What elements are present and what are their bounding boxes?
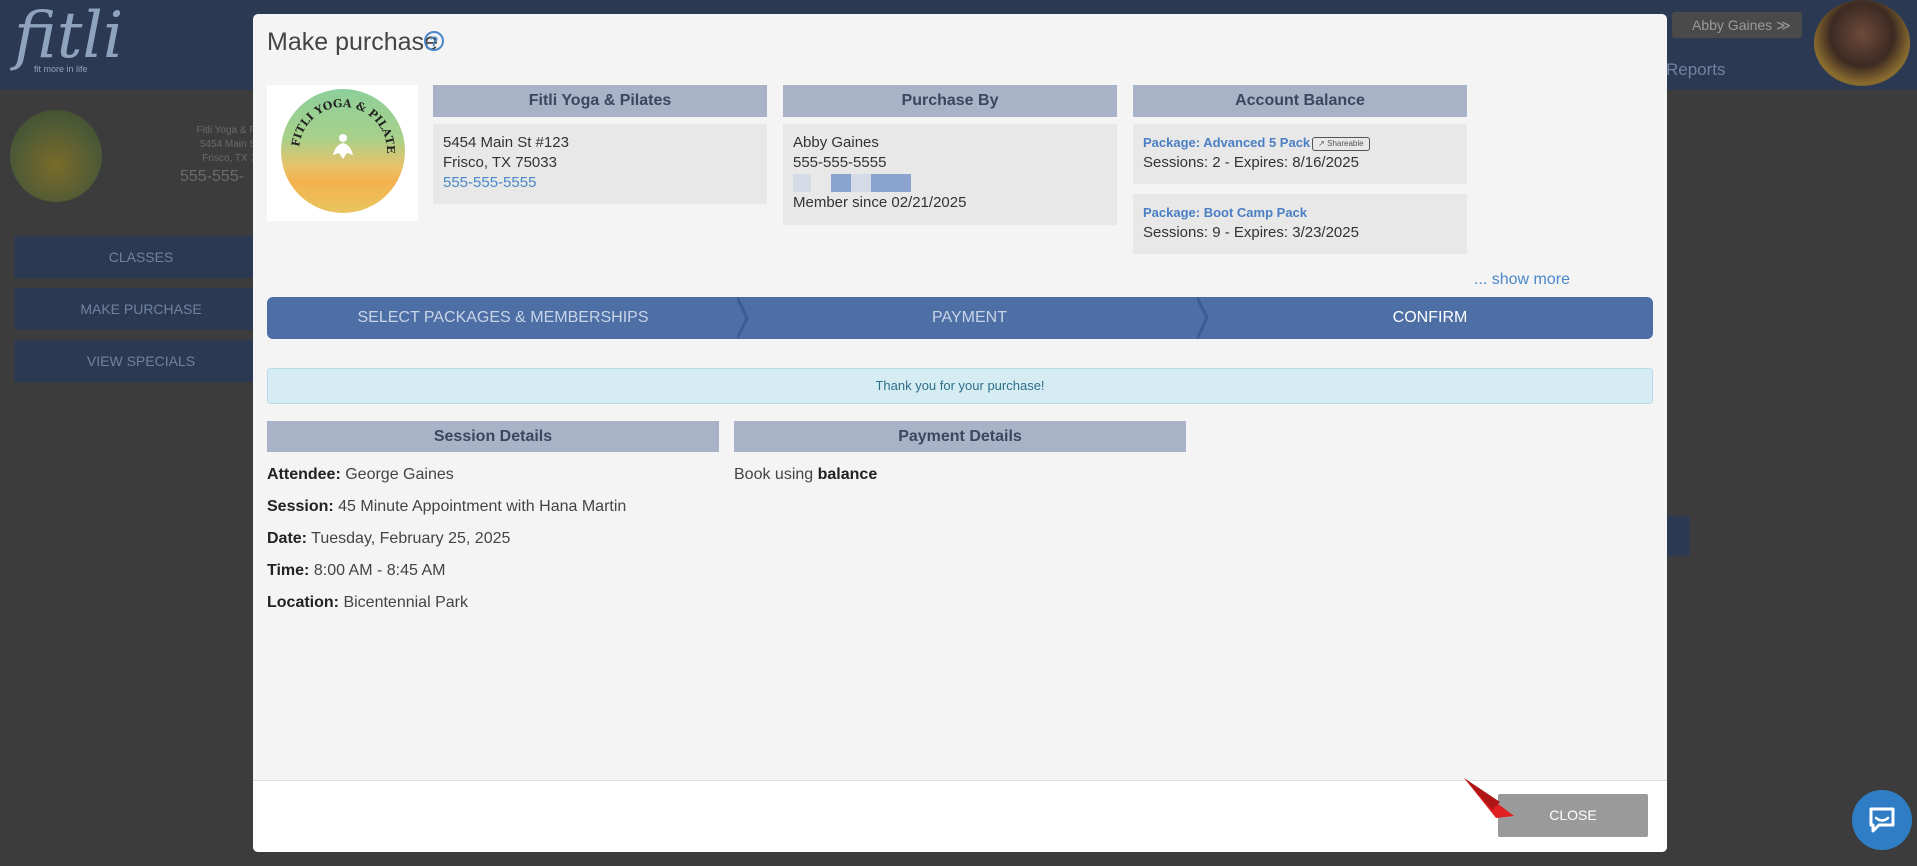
- make-purchase-modal: Make purchase ? FITLI YOGA & PILATES Fit…: [253, 14, 1667, 852]
- show-more-link[interactable]: ... show more: [1370, 271, 1570, 289]
- location-label: Location:: [267, 594, 339, 611]
- attendee-label: Attendee:: [267, 466, 341, 483]
- studio-phone-bg: 555-555-: [180, 168, 245, 185]
- redacted-email: [793, 173, 1107, 193]
- account-balance-header: Account Balance: [1133, 85, 1467, 117]
- address-line: Frisco, TX 7: [202, 153, 256, 164]
- studio-info-box: 5454 Main St #123 Frisco, TX 75033 555-5…: [433, 124, 767, 204]
- time-label: Time:: [267, 562, 310, 579]
- help-icon[interactable]: ?: [424, 31, 444, 51]
- payment-details-header: Payment Details: [734, 421, 1186, 452]
- chat-icon: [1869, 807, 1895, 833]
- package-link[interactable]: Package: Boot Camp Pack: [1143, 203, 1457, 223]
- studio-address-line2: Frisco, TX 75033: [443, 154, 557, 171]
- view-specials-button[interactable]: VIEW SPECIALS: [14, 340, 268, 382]
- success-alert: Thank you for your purchase!: [267, 368, 1653, 404]
- address-line: Fitli Yoga & P: [196, 125, 256, 136]
- meditation-icon: [333, 134, 353, 159]
- member-since: Member since 02/21/2025: [793, 194, 967, 211]
- studio-logo-bg: [10, 110, 102, 202]
- location-value: Bicentennial Park: [343, 594, 468, 611]
- purchase-steps: SELECT PACKAGES & MEMBERSHIPS PAYMENT CO…: [267, 297, 1653, 339]
- modal-footer: [253, 780, 1667, 852]
- purchaser-name: Abby Gaines: [793, 134, 879, 151]
- user-menu[interactable]: Abby Gaines ≫: [1672, 12, 1802, 38]
- classes-button[interactable]: CLASSES: [14, 236, 268, 278]
- avatar[interactable]: [1814, 0, 1910, 86]
- share-icon: ↗: [1318, 139, 1325, 148]
- date-row: Date: Tuesday, February 25, 2025: [267, 530, 510, 548]
- step-confirm[interactable]: CONFIRM: [1207, 297, 1653, 339]
- chat-support-button[interactable]: [1852, 790, 1912, 850]
- attendee-value: George Gaines: [345, 466, 454, 483]
- session-details-header: Session Details: [267, 421, 719, 452]
- shareable-badge-label: Shareable: [1327, 139, 1364, 148]
- session-label: Session:: [267, 498, 334, 515]
- logo-tagline: fit more in life: [34, 64, 88, 74]
- studio-info-header: Fitli Yoga & Pilates: [433, 85, 767, 117]
- step-select-packages[interactable]: SELECT PACKAGES & MEMBERSHIPS: [267, 297, 739, 339]
- attendee-row: Attendee: George Gaines: [267, 466, 454, 484]
- purchase-by-header: Purchase By: [783, 85, 1117, 117]
- package-details: Sessions: 2 - Expires: 8/16/2025: [1143, 154, 1359, 171]
- session-value: 45 Minute Appointment with Hana Martin: [338, 498, 627, 515]
- balance-package-card: Package: Boot Camp Pack Sessions: 9 - Ex…: [1133, 194, 1467, 254]
- studio-logo-box: FITLI YOGA & PILATES: [267, 85, 418, 221]
- package-details: Sessions: 9 - Expires: 3/23/2025: [1143, 224, 1359, 241]
- time-value: 8:00 AM - 8:45 AM: [313, 562, 446, 579]
- payment-text: Book using: [734, 466, 814, 483]
- studio-address-bg: Fitli Yoga & P 5454 Main S Frisco, TX 7: [160, 124, 256, 166]
- studio-phone-link[interactable]: 555-555-5555: [443, 173, 757, 193]
- balance-package-card: Package: Advanced 5 Pack ↗ Shareable Sess…: [1133, 124, 1467, 184]
- session-row: Session: 45 Minute Appointment with Hana…: [267, 498, 626, 516]
- close-button[interactable]: CLOSE: [1498, 794, 1648, 837]
- payment-method-row: Book using balance: [734, 466, 877, 484]
- date-label: Date:: [267, 530, 308, 547]
- user-menu-label: Abby Gaines: [1692, 17, 1773, 33]
- location-row: Location: Bicentennial Park: [267, 594, 468, 612]
- purchaser-phone: 555-555-5555: [793, 154, 887, 171]
- pointer-arrow-icon: [1464, 778, 1514, 818]
- fitli-logo[interactable]: fitli: [14, 4, 123, 68]
- studio-address-line1: 5454 Main St #123: [443, 134, 569, 151]
- purchase-by-box: Abby Gaines 555-555-5555 Member since 02…: [783, 124, 1117, 225]
- shareable-badge: ↗ Shareable: [1312, 137, 1370, 151]
- make-purchase-button[interactable]: MAKE PURCHASE: [14, 288, 268, 330]
- payment-method: balance: [817, 466, 878, 483]
- chevron-down-icon: ≫: [1776, 17, 1791, 33]
- address-line: 5454 Main S: [199, 139, 256, 150]
- modal-title: Make purchase: [267, 28, 438, 56]
- nav-reports[interactable]: Reports: [1666, 60, 1726, 80]
- package-link[interactable]: Package: Advanced 5 Pack: [1143, 135, 1310, 150]
- studio-logo: FITLI YOGA & PILATES: [281, 89, 405, 213]
- step-payment[interactable]: PAYMENT: [747, 297, 1192, 339]
- date-value: Tuesday, February 25, 2025: [311, 530, 511, 547]
- time-row: Time: 8:00 AM - 8:45 AM: [267, 562, 445, 580]
